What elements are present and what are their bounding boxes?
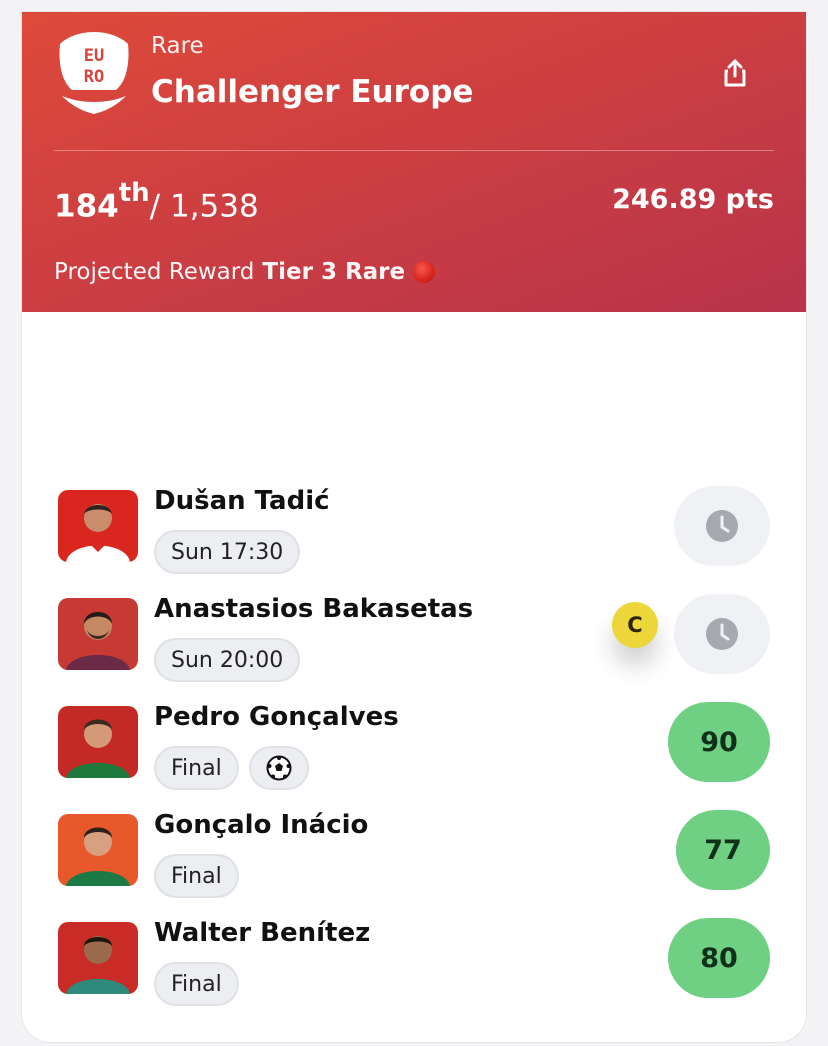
rank-value: 184: [54, 188, 119, 225]
reward-label: Projected Reward: [54, 259, 255, 285]
player-name: Anastasios Bakasetas: [154, 594, 474, 624]
player-avatar: [58, 598, 138, 670]
player-status-pending: [674, 594, 770, 674]
svg-text:RO: RO: [84, 67, 104, 87]
captain-badge: C: [612, 602, 658, 648]
euro-logo: EU RO: [59, 32, 129, 114]
svg-text:EU: EU: [84, 46, 104, 66]
goal-chip: [248, 746, 309, 790]
soccer-ball-icon: [266, 755, 292, 781]
player-row[interactable]: Anastasios Bakasetas Sun 20:00 C: [22, 594, 806, 694]
kickoff-chip: Sun 17:30: [154, 530, 301, 574]
clock-icon: [706, 618, 738, 650]
player-row[interactable]: Pedro Gonçalves Final 90: [22, 702, 806, 802]
competition-header: EU RO Rare Challenger Europe 184th/ 1,53…: [22, 12, 806, 312]
match-status-chip: Final: [154, 854, 239, 898]
rank-total: / 1,538: [149, 188, 259, 225]
player-name: Walter Benítez: [154, 918, 371, 948]
clock-icon: [706, 510, 738, 542]
share-icon: [724, 59, 746, 87]
player-score: 90: [668, 702, 770, 782]
projected-reward: Projected Reward Tier 3 Rare: [54, 259, 436, 285]
player-score: 80: [668, 918, 770, 998]
player-name: Pedro Gonçalves: [154, 702, 399, 732]
rare-card-icon: [413, 261, 436, 283]
player-status-pending: [674, 486, 770, 566]
kickoff-chip: Sun 20:00: [154, 638, 301, 682]
competition-card: EU RO Rare Challenger Europe 184th/ 1,53…: [22, 12, 806, 1042]
header-divider: [54, 150, 774, 151]
player-avatar: [58, 922, 138, 994]
competition-title: Challenger Europe: [151, 74, 474, 110]
points-total: 246.89 pts: [612, 184, 774, 215]
share-button[interactable]: [718, 56, 752, 90]
player-avatar: [58, 490, 138, 562]
rank-suffix: th: [118, 178, 150, 208]
match-status-chip: Final: [154, 962, 239, 1006]
player-row[interactable]: Gonçalo Inácio Final 77: [22, 810, 806, 910]
player-row[interactable]: Walter Benítez Final 80: [22, 918, 806, 1018]
player-avatar: [58, 814, 138, 886]
player-name: Dušan Tadić: [154, 486, 330, 516]
player-name: Gonçalo Inácio: [154, 810, 369, 840]
rarity-label: Rare: [151, 33, 204, 59]
match-status-chip: Final: [154, 746, 239, 790]
player-row[interactable]: Dušan Tadić Sun 17:30: [22, 486, 806, 586]
rank-display: 184th/ 1,538: [54, 178, 259, 225]
player-avatar: [58, 706, 138, 778]
reward-value: Tier 3 Rare: [262, 259, 406, 285]
player-score: 77: [676, 810, 770, 890]
